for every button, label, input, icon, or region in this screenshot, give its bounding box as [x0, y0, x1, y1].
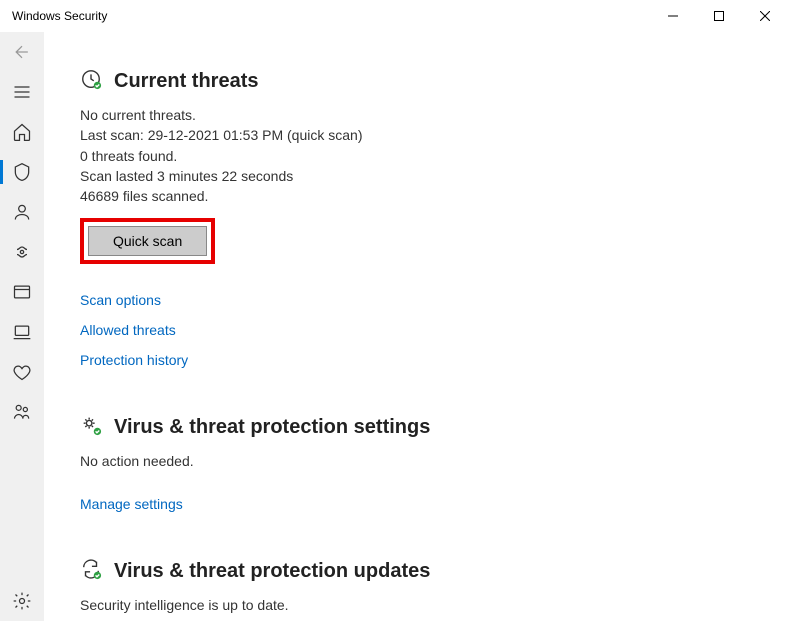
- maximize-button[interactable]: [696, 0, 742, 32]
- threats-found: 0 threats found.: [80, 146, 752, 166]
- nav-device-security[interactable]: [0, 312, 44, 352]
- nav-virus-protection[interactable]: [0, 152, 44, 192]
- nav-home[interactable]: [0, 112, 44, 152]
- quick-scan-button[interactable]: Quick scan: [88, 226, 207, 256]
- close-button[interactable]: [742, 0, 788, 32]
- main-content: Current threats No current threats. Last…: [44, 32, 788, 621]
- sidebar: [0, 32, 44, 621]
- nav-app-browser-control[interactable]: [0, 272, 44, 312]
- protection-history-link[interactable]: Protection history: [80, 352, 752, 368]
- nav-firewall[interactable]: [0, 232, 44, 272]
- back-button[interactable]: [0, 32, 44, 72]
- scan-options-link[interactable]: Scan options: [80, 292, 752, 308]
- menu-button[interactable]: [0, 72, 44, 112]
- threats-duration: Scan lasted 3 minutes 22 seconds: [80, 166, 752, 186]
- window-controls: [650, 0, 788, 32]
- allowed-threats-link[interactable]: Allowed threats: [80, 322, 752, 338]
- threats-last-scan: Last scan: 29-12-2021 01:53 PM (quick sc…: [80, 125, 752, 145]
- settings-section-icon: [80, 414, 102, 441]
- threats-icon: [80, 68, 102, 95]
- nav-family-options[interactable]: [0, 392, 44, 432]
- nav-settings[interactable]: [0, 581, 44, 621]
- window-title: Windows Security: [12, 9, 107, 23]
- current-threats-section: Current threats No current threats. Last…: [80, 68, 752, 368]
- manage-settings-link[interactable]: Manage settings: [80, 496, 752, 512]
- updates-title: Virus & threat protection updates: [114, 560, 430, 583]
- titlebar: Windows Security: [0, 0, 788, 32]
- nav-device-performance[interactable]: [0, 352, 44, 392]
- settings-title: Virus & threat protection settings: [114, 416, 430, 439]
- protection-updates-section: Virus & threat protection updates Securi…: [80, 558, 752, 615]
- updates-status: Security intelligence is up to date.: [80, 595, 752, 615]
- minimize-button[interactable]: [650, 0, 696, 32]
- highlight-annotation: Quick scan: [80, 218, 215, 264]
- threats-title: Current threats: [114, 70, 258, 93]
- updates-section-icon: [80, 558, 102, 585]
- threats-files: 46689 files scanned.: [80, 186, 752, 206]
- threats-status: No current threats.: [80, 105, 752, 125]
- protection-settings-section: Virus & threat protection settings No ac…: [80, 414, 752, 511]
- nav-account-protection[interactable]: [0, 192, 44, 232]
- settings-status: No action needed.: [80, 451, 752, 471]
